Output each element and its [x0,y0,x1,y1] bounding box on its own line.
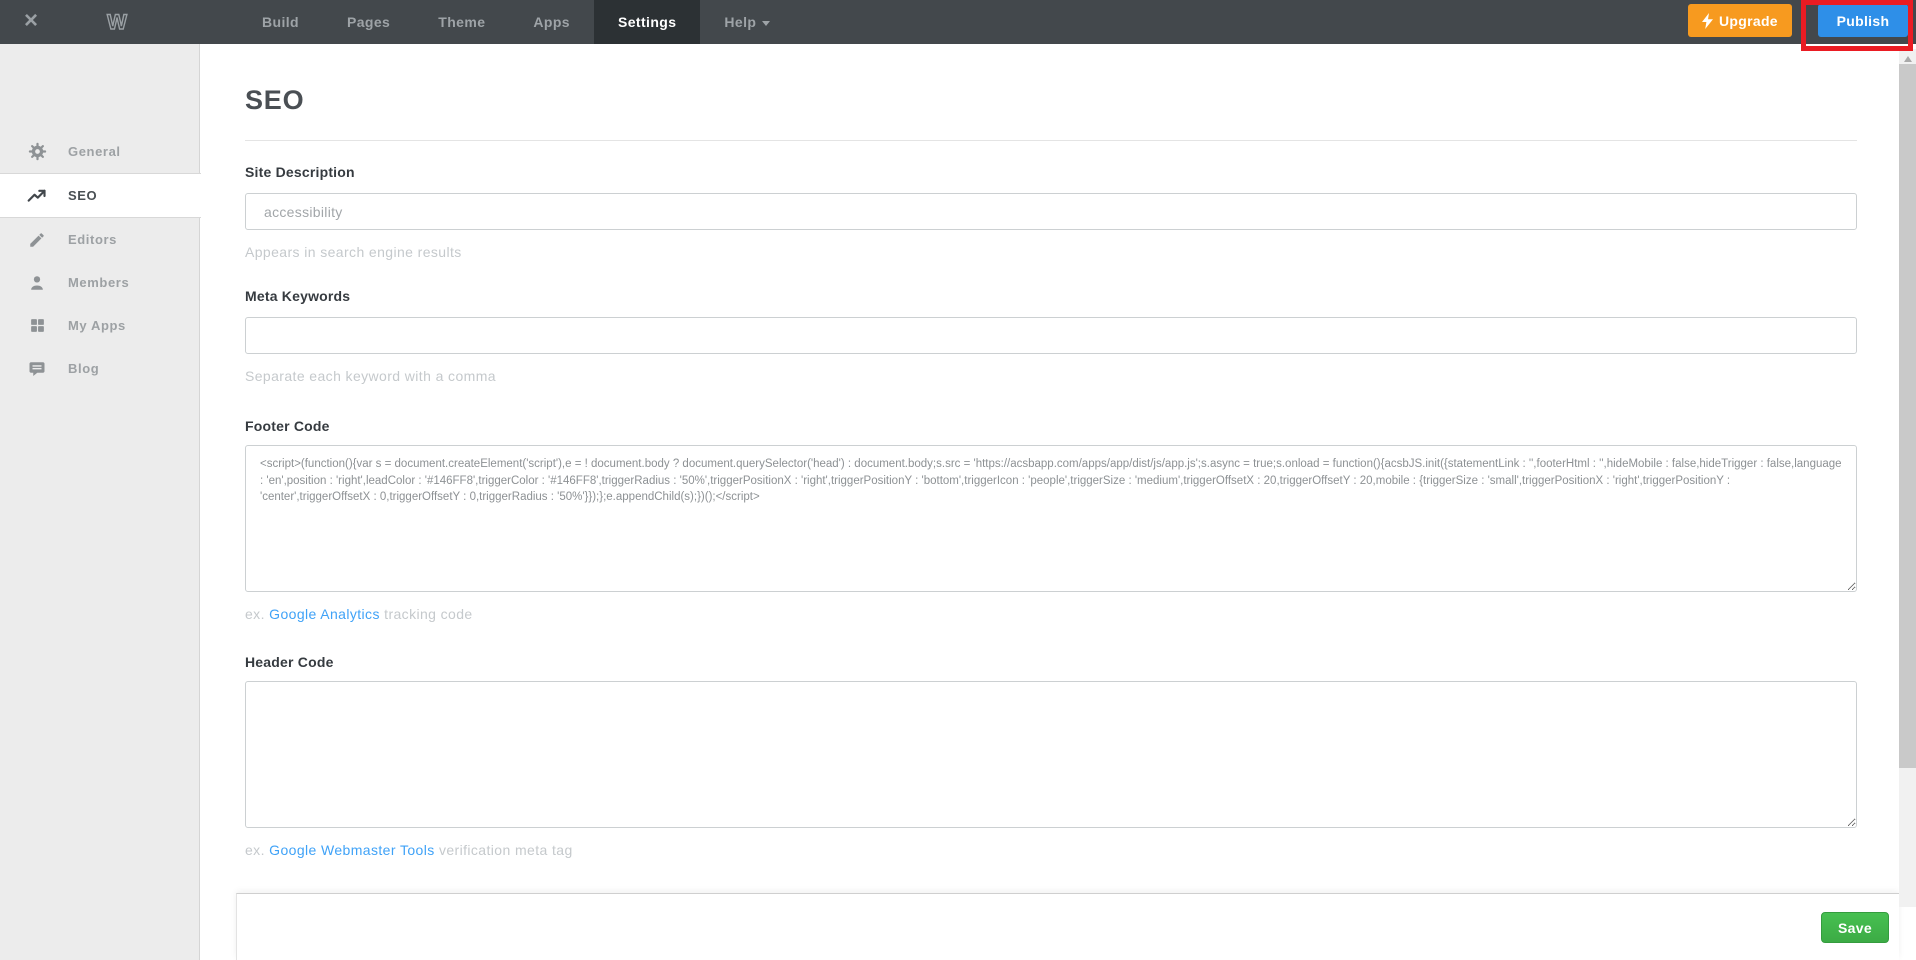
sidebar-item-members[interactable]: Members [0,261,200,304]
title-divider [245,140,1857,141]
settings-sidebar: General SEO Editors [0,44,200,960]
site-description-helper: Appears in search engine results [245,244,1857,260]
footer-code-textarea[interactable]: <script>(function(){var s = document.cre… [245,445,1857,592]
close-icon[interactable]: × [18,0,44,44]
helper-prefix: ex. [245,842,269,858]
sidebar-item-label: Editors [68,232,117,247]
helper-prefix: ex. [245,606,269,622]
caret-down-icon [762,21,770,26]
nav-tab-build[interactable]: Build [238,0,323,44]
nav-tab-help[interactable]: Help [700,0,794,44]
sidebar-item-label: General [68,144,121,159]
site-description-label: Site Description [245,164,1857,180]
gear-icon [27,142,47,162]
sidebar-item-seo[interactable]: SEO [0,173,201,218]
upgrade-button[interactable]: Upgrade [1688,4,1792,37]
grid-icon [27,316,47,336]
sidebar-item-label: My Apps [68,318,126,333]
publish-button[interactable]: Publish [1818,4,1908,37]
main-nav: Build Pages Theme Apps Settings Help [238,0,794,44]
sidebar-item-editors[interactable]: Editors [0,218,200,261]
header-code-label: Header Code [245,654,1857,670]
trending-up-icon [27,186,47,206]
meta-keywords-input[interactable] [245,317,1857,354]
seo-form: SEO Site Description Appears in search e… [201,44,1857,858]
footer-code-label: Footer Code [245,418,1857,434]
helper-suffix: verification meta tag [435,842,573,858]
sidebar-item-label: SEO [68,188,97,203]
meta-keywords-label: Meta Keywords [245,288,1857,304]
sidebar-item-my-apps[interactable]: My Apps [0,304,200,347]
header-code-textarea[interactable] [245,681,1857,828]
footer-code-helper: ex. Google Analytics tracking code [245,606,1857,622]
nav-tab-apps[interactable]: Apps [509,0,594,44]
page-title: SEO [245,85,1857,116]
sidebar-list: General SEO Editors [0,130,200,390]
pencil-icon [27,230,47,250]
save-button[interactable]: Save [1821,912,1889,943]
scrollbar-thumb[interactable] [1899,64,1916,768]
google-analytics-link[interactable]: Google Analytics [269,606,380,622]
site-description-input[interactable] [245,193,1857,230]
sidebar-item-label: Blog [68,361,99,376]
google-webmaster-tools-link[interactable]: Google Webmaster Tools [269,842,434,858]
nav-tab-theme[interactable]: Theme [414,0,509,44]
top-bar: × W Build Pages Theme Apps Settings Help… [0,0,1916,44]
sidebar-item-general[interactable]: General [0,130,200,173]
lightning-bolt-icon [1702,13,1713,29]
sidebar-item-blog[interactable]: Blog [0,347,200,390]
chat-bubble-icon [27,359,47,379]
seo-settings-panel: SEO Site Description Appears in search e… [201,44,1899,960]
svg-text:W: W [107,11,127,34]
nav-tab-pages[interactable]: Pages [323,0,414,44]
weebly-logo-icon[interactable]: W [102,7,132,42]
person-icon [27,273,47,293]
upgrade-button-label: Upgrade [1719,13,1778,29]
helper-suffix: tracking code [380,606,473,622]
nav-tab-settings[interactable]: Settings [594,0,700,44]
scrollbar-up-arrow-icon[interactable] [1904,56,1912,62]
nav-tab-help-label: Help [724,14,756,30]
sidebar-item-label: Members [68,275,129,290]
meta-keywords-helper: Separate each keyword with a comma [245,368,1857,384]
save-bar: Save [236,893,1899,960]
header-code-helper: ex. Google Webmaster Tools verification … [245,842,1857,858]
